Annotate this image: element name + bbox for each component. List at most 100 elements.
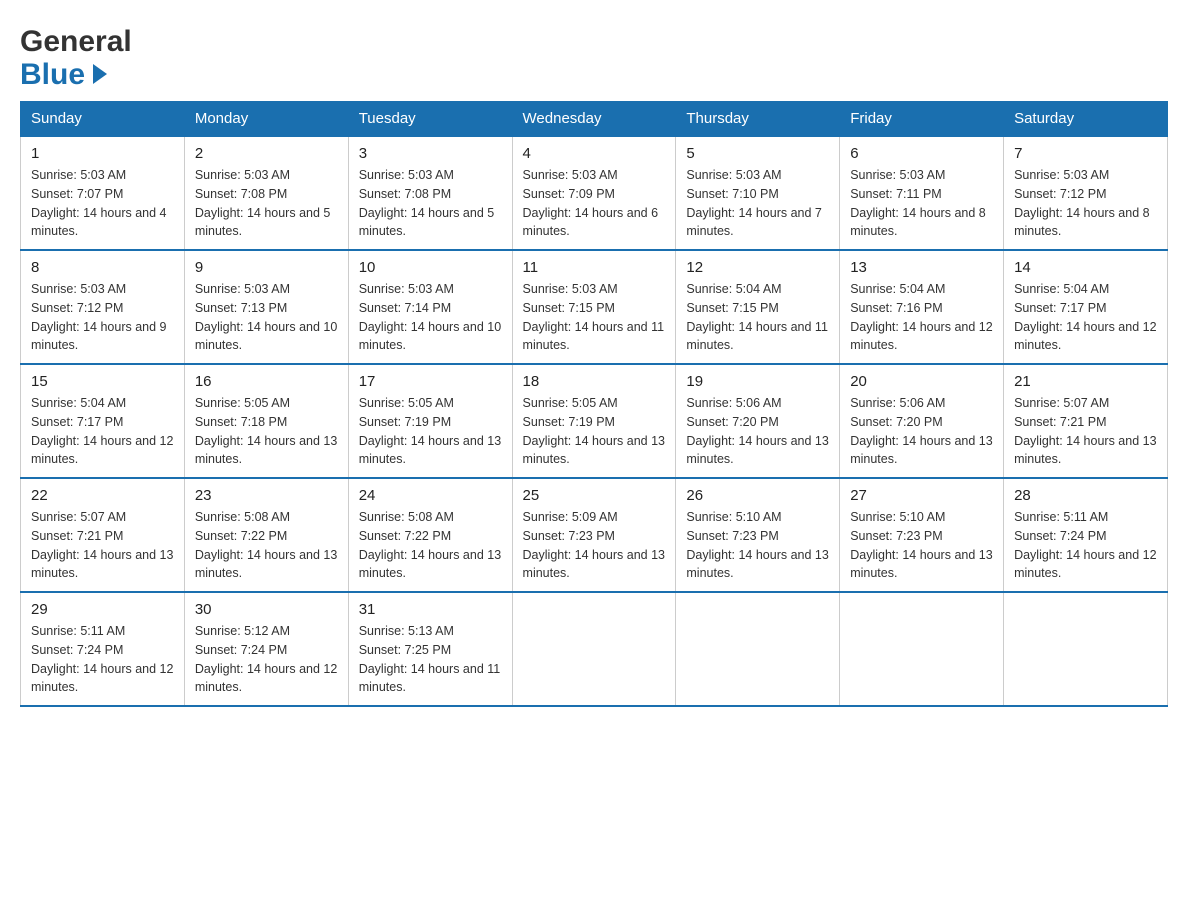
calendar-cell: 31 Sunrise: 5:13 AMSunset: 7:25 PMDayligh…: [348, 592, 512, 706]
day-number: 10: [359, 259, 502, 276]
calendar-cell: 17 Sunrise: 5:05 AMSunset: 7:19 PMDayligh…: [348, 364, 512, 478]
day-number: 29: [31, 601, 174, 618]
day-number: 7: [1014, 145, 1157, 162]
day-number: 11: [523, 259, 666, 276]
calendar-cell: 13 Sunrise: 5:04 AMSunset: 7:16 PMDayligh…: [840, 250, 1004, 364]
logo: General Blue: [20, 20, 74, 91]
day-number: 14: [1014, 259, 1157, 276]
day-info: Sunrise: 5:04 AMSunset: 7:17 PMDaylight:…: [31, 394, 174, 469]
calendar-cell: 20 Sunrise: 5:06 AMSunset: 7:20 PMDayligh…: [840, 364, 1004, 478]
day-number: 19: [686, 373, 829, 390]
day-info: Sunrise: 5:12 AMSunset: 7:24 PMDaylight:…: [195, 622, 338, 697]
day-info: Sunrise: 5:08 AMSunset: 7:22 PMDaylight:…: [195, 508, 338, 583]
day-info: Sunrise: 5:09 AMSunset: 7:23 PMDaylight:…: [523, 508, 666, 583]
calendar-cell: 18 Sunrise: 5:05 AMSunset: 7:19 PMDayligh…: [512, 364, 676, 478]
week-row-2: 8 Sunrise: 5:03 AMSunset: 7:12 PMDaylight…: [21, 250, 1168, 364]
week-row-4: 22 Sunrise: 5:07 AMSunset: 7:21 PMDayligh…: [21, 478, 1168, 592]
day-info: Sunrise: 5:06 AMSunset: 7:20 PMDaylight:…: [850, 394, 993, 469]
day-info: Sunrise: 5:03 AMSunset: 7:13 PMDaylight:…: [195, 280, 338, 355]
day-number: 28: [1014, 487, 1157, 504]
day-number: 13: [850, 259, 993, 276]
day-info: Sunrise: 5:04 AMSunset: 7:17 PMDaylight:…: [1014, 280, 1157, 355]
day-number: 3: [359, 145, 502, 162]
calendar-cell: 4Sunrise: 5:03 AMSunset: 7:09 PMDaylight…: [512, 136, 676, 250]
calendar-cell: 28Sunrise: 5:11 AMSunset: 7:24 PMDayligh…: [1004, 478, 1168, 592]
day-number: 20: [850, 373, 993, 390]
day-number: 24: [359, 487, 502, 504]
logo-blue: Blue: [20, 58, 132, 91]
day-info: Sunrise: 5:13 AMSunset: 7:25 PMDaylight:…: [359, 622, 502, 697]
column-header-wednesday: Wednesday: [512, 102, 676, 137]
day-info: Sunrise: 5:08 AMSunset: 7:22 PMDaylight:…: [359, 508, 502, 583]
day-number: 27: [850, 487, 993, 504]
calendar-cell: 29 Sunrise: 5:11 AMSunset: 7:24 PMDayligh…: [21, 592, 185, 706]
day-info: Sunrise: 5:11 AMSunset: 7:24 PMDaylight:…: [31, 622, 174, 697]
day-number: 12: [686, 259, 829, 276]
calendar-cell: 14 Sunrise: 5:04 AMSunset: 7:17 PMDayligh…: [1004, 250, 1168, 364]
calendar-cell: 12 Sunrise: 5:04 AMSunset: 7:15 PMDayligh…: [676, 250, 840, 364]
day-number: 16: [195, 373, 338, 390]
calendar-cell: [840, 592, 1004, 706]
day-info: Sunrise: 5:05 AMSunset: 7:19 PMDaylight:…: [523, 394, 666, 469]
day-number: 17: [359, 373, 502, 390]
calendar-cell: 26Sunrise: 5:10 AMSunset: 7:23 PMDayligh…: [676, 478, 840, 592]
day-number: 15: [31, 373, 174, 390]
day-number: 5: [686, 145, 829, 162]
day-number: 2: [195, 145, 338, 162]
day-info: Sunrise: 5:03 AMSunset: 7:11 PMDaylight:…: [850, 166, 993, 241]
calendar-cell: 11 Sunrise: 5:03 AMSunset: 7:15 PMDayligh…: [512, 250, 676, 364]
calendar-header-row: SundayMondayTuesdayWednesdayThursdayFrid…: [21, 102, 1168, 137]
calendar-cell: 10 Sunrise: 5:03 AMSunset: 7:14 PMDayligh…: [348, 250, 512, 364]
column-header-saturday: Saturday: [1004, 102, 1168, 137]
day-info: Sunrise: 5:03 AMSunset: 7:14 PMDaylight:…: [359, 280, 502, 355]
day-number: 9: [195, 259, 338, 276]
calendar-cell: 23Sunrise: 5:08 AMSunset: 7:22 PMDayligh…: [184, 478, 348, 592]
week-row-3: 15 Sunrise: 5:04 AMSunset: 7:17 PMDayligh…: [21, 364, 1168, 478]
calendar-cell: [1004, 592, 1168, 706]
calendar-cell: 6 Sunrise: 5:03 AMSunset: 7:11 PMDaylight…: [840, 136, 1004, 250]
day-number: 21: [1014, 373, 1157, 390]
calendar-cell: [512, 592, 676, 706]
calendar-cell: 1 Sunrise: 5:03 AMSunset: 7:07 PMDaylight…: [21, 136, 185, 250]
calendar-cell: 16 Sunrise: 5:05 AMSunset: 7:18 PMDayligh…: [184, 364, 348, 478]
day-info: Sunrise: 5:03 AMSunset: 7:12 PMDaylight:…: [31, 280, 174, 355]
calendar-cell: 3 Sunrise: 5:03 AMSunset: 7:08 PMDaylight…: [348, 136, 512, 250]
calendar-cell: 27Sunrise: 5:10 AMSunset: 7:23 PMDayligh…: [840, 478, 1004, 592]
column-header-thursday: Thursday: [676, 102, 840, 137]
week-row-5: 29 Sunrise: 5:11 AMSunset: 7:24 PMDayligh…: [21, 592, 1168, 706]
day-number: 30: [195, 601, 338, 618]
day-info: Sunrise: 5:03 AMSunset: 7:07 PMDaylight:…: [31, 166, 174, 241]
calendar-cell: 30 Sunrise: 5:12 AMSunset: 7:24 PMDayligh…: [184, 592, 348, 706]
calendar-cell: 15 Sunrise: 5:04 AMSunset: 7:17 PMDayligh…: [21, 364, 185, 478]
day-info: Sunrise: 5:05 AMSunset: 7:18 PMDaylight:…: [195, 394, 338, 469]
day-number: 6: [850, 145, 993, 162]
day-info: Sunrise: 5:03 AMSunset: 7:15 PMDaylight:…: [523, 280, 666, 355]
column-header-tuesday: Tuesday: [348, 102, 512, 137]
day-number: 4: [523, 145, 666, 162]
calendar-cell: 8 Sunrise: 5:03 AMSunset: 7:12 PMDaylight…: [21, 250, 185, 364]
day-info: Sunrise: 5:03 AMSunset: 7:12 PMDaylight:…: [1014, 166, 1157, 241]
day-number: 25: [523, 487, 666, 504]
logo-general: General: [20, 25, 132, 58]
day-info: Sunrise: 5:03 AMSunset: 7:08 PMDaylight:…: [359, 166, 502, 241]
day-number: 8: [31, 259, 174, 276]
day-info: Sunrise: 5:04 AMSunset: 7:16 PMDaylight:…: [850, 280, 993, 355]
calendar-cell: 2 Sunrise: 5:03 AMSunset: 7:08 PMDaylight…: [184, 136, 348, 250]
day-info: Sunrise: 5:06 AMSunset: 7:20 PMDaylight:…: [686, 394, 829, 469]
day-number: 1: [31, 145, 174, 162]
column-header-sunday: Sunday: [21, 102, 185, 137]
calendar-cell: 9 Sunrise: 5:03 AMSunset: 7:13 PMDaylight…: [184, 250, 348, 364]
day-info: Sunrise: 5:07 AMSunset: 7:21 PMDaylight:…: [31, 508, 174, 583]
calendar-table: SundayMondayTuesdayWednesdayThursdayFrid…: [20, 101, 1168, 707]
day-info: Sunrise: 5:05 AMSunset: 7:19 PMDaylight:…: [359, 394, 502, 469]
page-header: General Blue: [20, 20, 1168, 91]
day-info: Sunrise: 5:10 AMSunset: 7:23 PMDaylight:…: [686, 508, 829, 583]
column-header-friday: Friday: [840, 102, 1004, 137]
day-info: Sunrise: 5:03 AMSunset: 7:08 PMDaylight:…: [195, 166, 338, 241]
day-number: 18: [523, 373, 666, 390]
day-info: Sunrise: 5:04 AMSunset: 7:15 PMDaylight:…: [686, 280, 829, 355]
calendar-cell: [676, 592, 840, 706]
calendar-cell: 5Sunrise: 5:03 AMSunset: 7:10 PMDaylight…: [676, 136, 840, 250]
day-number: 31: [359, 601, 502, 618]
day-number: 22: [31, 487, 174, 504]
